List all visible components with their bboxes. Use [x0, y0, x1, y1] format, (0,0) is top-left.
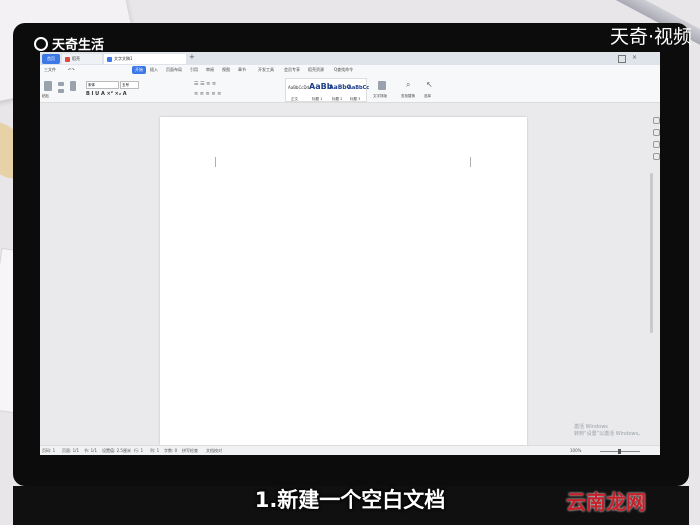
- font-size-select[interactable]: 五号: [120, 81, 139, 89]
- status-page-number: 页码: 1: [42, 448, 56, 453]
- status-section: 节: 1/1: [84, 448, 98, 453]
- window-close-icon[interactable]: ×: [632, 54, 637, 61]
- copy-icon[interactable]: [58, 89, 64, 93]
- zoom-level: 100%: [570, 448, 582, 453]
- style-normal-caption: 正文: [291, 97, 298, 101]
- site-watermark: 云南龙网: [566, 490, 646, 514]
- paragraph-align-buttons[interactable]: ≡ ≡ ≡ ≡ ≡: [194, 91, 221, 97]
- styles-gallery: AaBbCcDd 正文 AaBb 标题 1 AaBbC 标题 2 AaBbCc …: [285, 78, 369, 102]
- brand-circle-icon: [34, 36, 48, 51]
- menu-dev-tools[interactable]: 开发工具: [258, 67, 274, 73]
- tab-bar: 首页 稻壳 文字文稿1 + ×: [40, 52, 660, 65]
- menu-docer-resources[interactable]: 稻壳资源: [308, 67, 324, 73]
- status-word-count: 字数: 0: [164, 448, 178, 453]
- select-icon[interactable]: ↖: [426, 80, 433, 89]
- ribbon-toolbar: 粘贴 宋体 五号 B I U A ×² ×₂ A ☰ ☰ ≡ ≡ ≡ ≡ ≡ ≡…: [40, 76, 660, 103]
- side-tool-icon[interactable]: [652, 153, 660, 160]
- menu-page-layout[interactable]: 页面布局: [166, 67, 182, 73]
- screen: 首页 稻壳 文字文稿1 + × 三文件 ↶↷ 开始 插入 页面布局 引用 审阅 …: [40, 52, 660, 455]
- find-replace-label: 查找替换: [401, 94, 415, 98]
- docer-icon: [65, 56, 70, 62]
- paste-label: 粘贴: [42, 94, 49, 98]
- status-column: 列: 1: [150, 448, 160, 453]
- brand-name: 天奇生活: [52, 38, 105, 53]
- tab-docer[interactable]: 稻壳: [62, 54, 102, 64]
- style-normal-sample[interactable]: AaBbCcDd: [288, 85, 309, 90]
- menu-undo-icon[interactable]: ↶↷: [68, 67, 75, 72]
- menu-file[interactable]: 三文件: [44, 67, 56, 73]
- page-margin-marker: [215, 157, 216, 167]
- menu-member[interactable]: 会员专享: [284, 67, 300, 73]
- font-style-buttons[interactable]: B I U A ×² ×₂ A: [86, 91, 127, 97]
- vertical-scrollbar[interactable]: [650, 173, 653, 333]
- document-icon: [107, 56, 112, 62]
- menu-references[interactable]: 引用: [190, 67, 198, 73]
- text-tools-label: 文字排版: [373, 94, 387, 98]
- brand-right-text: 天奇·视频: [610, 26, 693, 48]
- spell-check-toggle[interactable]: 拼写检查: [182, 448, 198, 454]
- menu-sections[interactable]: 章节: [238, 67, 246, 73]
- right-side-toolbar: [652, 112, 660, 165]
- status-page: 页面: 1/1: [62, 448, 80, 453]
- cut-icon[interactable]: [58, 82, 64, 86]
- menu-home[interactable]: 开始: [132, 66, 146, 74]
- new-tab-button[interactable]: +: [189, 53, 195, 61]
- style-h3-caption: 标题 3: [350, 97, 361, 101]
- menu-view[interactable]: 视图: [222, 67, 230, 73]
- document-area: [40, 103, 660, 445]
- status-bar: 页码: 1 页面: 1/1 节: 1/1 设置值: 2.5厘米 行: 1 列: …: [40, 445, 660, 455]
- status-setting: 设置值: 2.5厘米: [102, 448, 131, 453]
- blank-page[interactable]: [160, 117, 527, 445]
- tab-label: 稻壳: [72, 56, 80, 61]
- activation-hint: 转到“设置”以激活 Windows。: [574, 431, 644, 437]
- tab-label: 文字文稿1: [114, 56, 133, 61]
- format-painter-icon[interactable]: [70, 81, 76, 91]
- zoom-slider-handle[interactable]: [618, 449, 621, 454]
- text-tools-icon[interactable]: [378, 81, 386, 90]
- tab-document[interactable]: 文字文稿1: [104, 54, 186, 64]
- side-tool-icon[interactable]: [652, 141, 660, 148]
- paragraph-list-buttons[interactable]: ☰ ☰ ≡ ≡: [194, 81, 216, 87]
- style-h3-sample[interactable]: AaBbCc: [348, 85, 369, 91]
- window-restore-icon[interactable]: [618, 55, 626, 63]
- windows-activation-notice: 激活 Windows 转到“设置”以激活 Windows。: [574, 424, 643, 438]
- side-tool-icon[interactable]: [652, 117, 660, 124]
- find-replace-icon[interactable]: ⌕: [406, 80, 410, 90]
- select-label: 选择: [424, 94, 431, 98]
- paste-icon[interactable]: [44, 81, 52, 91]
- proofread-button[interactable]: 文档校对: [206, 448, 222, 454]
- font-select[interactable]: 宋体: [86, 81, 119, 89]
- menu-review[interactable]: 审阅: [206, 67, 214, 73]
- style-h2-caption: 标题 2: [332, 97, 343, 101]
- menu-search-command[interactable]: Q查找命令: [334, 67, 353, 73]
- home-tab[interactable]: 首页: [42, 54, 60, 64]
- brand-logo: 天奇生活: [34, 34, 104, 53]
- menu-insert[interactable]: 插入: [150, 67, 158, 73]
- side-tool-icon[interactable]: [652, 129, 660, 136]
- status-line: 行: 1: [134, 448, 144, 453]
- page-margin-marker: [470, 157, 471, 167]
- activation-title: 激活 Windows: [574, 424, 608, 430]
- style-h1-caption: 标题 1: [312, 97, 323, 101]
